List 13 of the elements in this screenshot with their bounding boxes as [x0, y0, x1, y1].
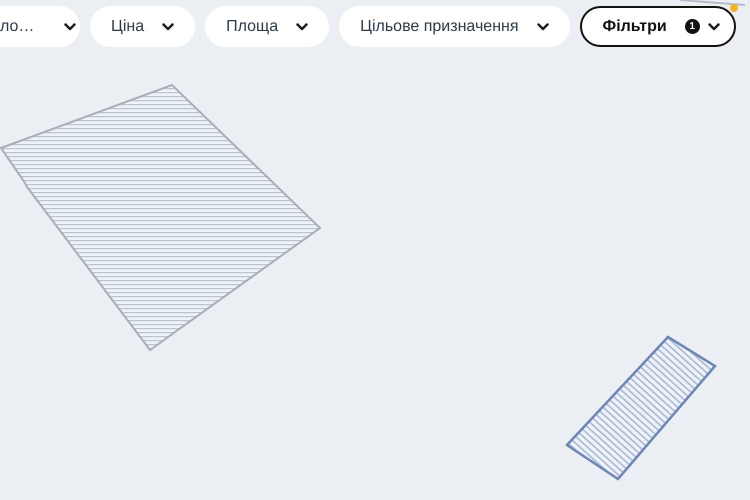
land-parcel[interactable] — [565, 335, 717, 481]
filter-dropdown[interactable]: ло… — [0, 6, 80, 47]
chevron-down-icon — [296, 22, 308, 30]
filter-dropdown[interactable]: Фільтри 1 — [580, 6, 736, 47]
chevron-down-icon — [162, 22, 174, 30]
filter-dropdown[interactable]: Ціна — [90, 6, 196, 47]
filter-dropdown[interactable]: Цільове призначення — [339, 6, 570, 47]
road-line — [680, 0, 746, 6]
count-badge: 1 — [684, 19, 700, 34]
chevron-down-icon — [64, 22, 76, 30]
chevron-down-icon — [536, 22, 549, 30]
filter-dropdown[interactable]: Площа — [205, 6, 330, 47]
chevron-down-icon — [708, 22, 720, 30]
